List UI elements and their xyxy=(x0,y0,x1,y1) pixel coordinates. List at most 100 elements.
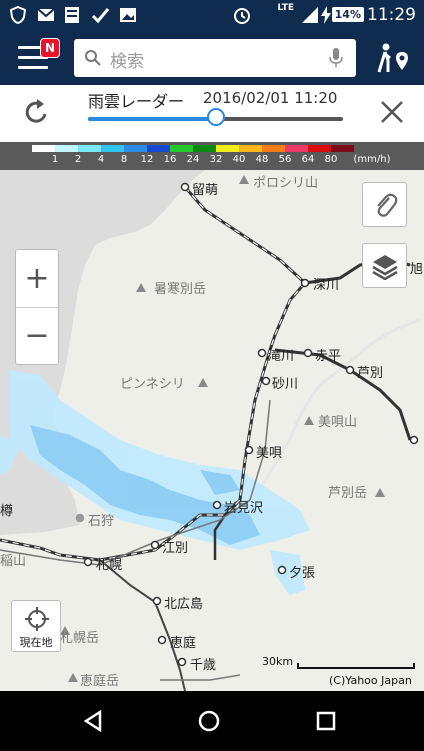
time-slider[interactable] xyxy=(88,108,343,126)
legend-swatch xyxy=(32,145,55,152)
legend-value: 1 xyxy=(51,154,59,165)
legend-swatches xyxy=(32,145,354,152)
zoom-controls: + − xyxy=(15,249,59,365)
rainfall-legend: 1 2 4 8 12 16 24 32 40 48 56 64 80 (mm/h) xyxy=(0,142,424,170)
legend-swatch xyxy=(101,145,124,152)
place-label: 岩見沢 xyxy=(224,501,264,516)
legend-value: 32 xyxy=(209,154,223,165)
legend-swatch xyxy=(78,145,101,152)
battery-level: 14% xyxy=(331,7,364,22)
mountain-label: 札幌岳 xyxy=(60,631,100,646)
legend-swatch xyxy=(147,145,170,152)
legend-value: 4 xyxy=(97,154,105,165)
legend-swatch xyxy=(193,145,216,152)
legend-value: 12 xyxy=(140,154,154,165)
search-icon xyxy=(85,50,101,66)
radar-control-bar: 雨雲レーダー 2016/02/01 11:20 xyxy=(0,85,424,142)
mountain-label: 稲山 xyxy=(0,554,27,569)
shield-icon xyxy=(9,5,27,25)
legend-swatch xyxy=(216,145,239,152)
legend-swatch xyxy=(170,145,193,152)
place-label: 深川 xyxy=(313,278,340,293)
paperclip-icon xyxy=(377,193,398,217)
place-label: 樽 xyxy=(0,504,14,519)
place-label: 恵庭 xyxy=(170,636,197,651)
attachment-button[interactable] xyxy=(362,182,407,227)
legend-value: 16 xyxy=(163,154,177,165)
network-type: LTE xyxy=(277,3,294,13)
notes-icon xyxy=(65,7,79,23)
place-label: 芦別 xyxy=(357,366,384,381)
legend-value: 2 xyxy=(74,154,82,165)
close-icon[interactable] xyxy=(380,100,404,124)
place-label: 旭 xyxy=(410,262,424,277)
radar-datetime: 2016/02/01 11:20 xyxy=(203,89,338,107)
legend-swatch xyxy=(239,145,262,152)
mountain-label: 美唄山 xyxy=(318,415,358,430)
mountain-label: 芦別岳 xyxy=(328,486,368,501)
legend-unit: (mm/h) xyxy=(353,154,391,165)
place-label: 砂川 xyxy=(272,377,299,392)
layers-icon xyxy=(372,255,398,280)
legend-value: 24 xyxy=(186,154,200,165)
legend-swatch xyxy=(308,145,331,152)
recent-apps-icon[interactable] xyxy=(316,711,336,731)
time-slider-fill xyxy=(88,117,216,121)
legend-swatch xyxy=(55,145,78,152)
legend-value: 8 xyxy=(120,154,128,165)
legend-swatch xyxy=(262,145,285,152)
menu-icon-line xyxy=(18,66,48,69)
place-label: 赤平 xyxy=(315,349,342,364)
legend-value: 80 xyxy=(324,154,338,165)
map-canvas xyxy=(0,170,421,691)
checkmark-icon xyxy=(91,8,110,24)
status-bar: LTE 14% 11:29 xyxy=(0,0,424,30)
scale-bar xyxy=(297,663,415,669)
scale-label: 30km xyxy=(262,655,294,668)
search-input[interactable]: 検索 xyxy=(74,39,356,77)
mountain-label: 暑寒別岳 xyxy=(154,282,207,297)
radar-map[interactable]: 留萌 ポロシリ山 旭 暑寒別岳 深川 滝川 赤平 芦別 ピンネシリ 砂川 美唄山… xyxy=(0,170,424,691)
menu-button[interactable]: N xyxy=(18,38,60,72)
clock: 11:29 xyxy=(367,5,416,25)
mail-icon xyxy=(37,8,55,21)
zoom-out-button[interactable]: − xyxy=(16,307,58,364)
place-label: 美唄 xyxy=(256,446,283,461)
place-label: 留萌 xyxy=(192,183,219,198)
radar-title: 雨雲レーダー xyxy=(88,92,185,111)
legend-value: 64 xyxy=(301,154,315,165)
map-copyright: (C)Yahoo Japan xyxy=(329,674,412,687)
search-placeholder: 検索 xyxy=(110,52,144,72)
mountain-label: ピンネシリ xyxy=(120,377,185,392)
legend-swatch xyxy=(331,145,354,152)
legend-swatch xyxy=(124,145,147,152)
place-label: 千歳 xyxy=(190,658,217,673)
walking-navigation-icon[interactable] xyxy=(376,42,410,74)
legend-swatch xyxy=(285,145,308,152)
zoom-in-button[interactable]: + xyxy=(16,250,58,308)
place-label: 江別 xyxy=(162,541,189,556)
current-location-button[interactable]: 現在地 xyxy=(11,600,61,652)
mountain-label: ポロシリ山 xyxy=(253,176,319,191)
expressway xyxy=(160,674,241,681)
mountain-label: 恵庭岳 xyxy=(80,674,120,689)
current-location-label: 現在地 xyxy=(19,636,53,649)
refresh-icon[interactable] xyxy=(22,97,50,127)
app-header: N 検索 xyxy=(0,30,424,85)
place-label: 北広島 xyxy=(164,597,204,612)
home-icon[interactable] xyxy=(198,710,220,732)
crosshair-icon xyxy=(25,607,49,631)
time-slider-thumb[interactable] xyxy=(206,108,225,126)
notification-badge: N xyxy=(40,38,60,58)
place-label: 石狩 xyxy=(88,514,115,529)
place-label: 滝川 xyxy=(268,349,295,364)
microphone-icon[interactable] xyxy=(328,47,344,69)
legend-value: 48 xyxy=(255,154,269,165)
back-icon[interactable] xyxy=(82,710,104,732)
place-label: 札幌 xyxy=(96,558,123,573)
alarm-icon xyxy=(234,8,250,24)
layers-button[interactable] xyxy=(362,243,407,288)
legend-value: 56 xyxy=(278,154,292,165)
legend-value: 40 xyxy=(232,154,246,165)
place-label: 夕張 xyxy=(289,566,316,581)
